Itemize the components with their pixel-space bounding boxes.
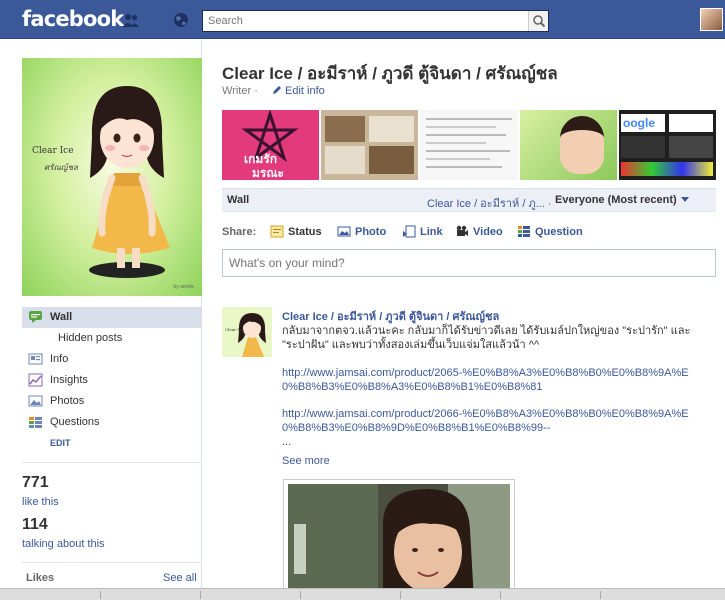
account-avatar[interactable]	[700, 8, 723, 31]
likes-label[interactable]: like this	[22, 496, 59, 508]
divider	[22, 562, 202, 563]
profile-picture[interactable]: Clear Ice ศรัณญ์ชล by aernie	[22, 58, 202, 296]
see-all-link[interactable]: See all	[163, 572, 197, 584]
separator: ·	[254, 85, 258, 97]
top-bar: facebook	[0, 0, 725, 39]
share-question-button[interactable]: Question	[517, 225, 583, 238]
divider	[22, 462, 202, 463]
pencil-icon	[273, 86, 281, 94]
wall-sort-dropdown[interactable]: Everyone (Most recent)	[555, 194, 689, 206]
nav-label: Insights	[50, 374, 88, 386]
page-title: Clear Ice / อะมีราห์ / ภูวดี ตู้จินดา / …	[222, 64, 558, 83]
strip-photo-1[interactable]: เกมรัก มรณะ	[222, 110, 319, 180]
chevron-down-icon	[680, 197, 689, 202]
page-category: Writer ·	[222, 85, 258, 97]
browser-status-bar	[0, 588, 725, 600]
likes-heading: Likes	[26, 572, 55, 584]
share-status-button[interactable]: Status	[270, 225, 322, 238]
strip-text-2: มรณะ	[252, 166, 284, 180]
search-icon	[533, 15, 546, 28]
category-label[interactable]: Writer	[222, 85, 251, 97]
nav-item-wall[interactable]: Wall	[22, 307, 202, 328]
nav-item-photos[interactable]: Photos	[22, 391, 202, 412]
share-item-label: Status	[288, 226, 322, 238]
nav-label: Photos	[50, 395, 85, 407]
nav-label: Hidden posts	[58, 332, 123, 344]
status-icon	[270, 225, 284, 238]
share-photo-button[interactable]: Photo	[337, 225, 386, 238]
share-bar: Share: Status Photo Link Video Question	[222, 223, 716, 241]
share-video-button[interactable]: Video	[455, 225, 503, 238]
likes-count: 771	[22, 474, 49, 491]
post-ellipsis: ...	[282, 436, 292, 448]
search-input[interactable]	[203, 11, 523, 31]
question-icon	[518, 226, 530, 237]
sort-label: Everyone (Most recent)	[555, 194, 677, 206]
wall-title: Wall	[227, 194, 250, 206]
post-photo-image	[288, 484, 510, 600]
share-label: Share:	[222, 226, 257, 238]
post-text: กลับมาจากตจว.แล้วนะคะ กลับมาก็ได้รับข่าว…	[282, 324, 722, 352]
nav-item-questions[interactable]: Questions	[22, 412, 202, 433]
talking-count: 114	[22, 516, 48, 533]
status-input[interactable]	[223, 250, 713, 276]
wall-header: Wall Clear Ice / อะมีราห์ / ภู... · Ever…	[222, 188, 716, 212]
friend-requests-icon[interactable]	[122, 12, 140, 28]
talking-label[interactable]: talking about this	[22, 538, 105, 550]
post-author-link[interactable]: Clear Ice / อะมีราห์ / ภูวดี ตู้จินดา / …	[282, 307, 499, 325]
edit-nav-link[interactable]: EDIT	[22, 433, 202, 453]
share-link-button[interactable]: Link	[402, 225, 443, 238]
page-nav: Wall Hidden posts Info Insights Photos Q…	[22, 307, 202, 453]
post-photo[interactable]	[283, 479, 515, 600]
post-link-1[interactable]: http://www.jamsai.com/product/2065-%E0%B…	[282, 366, 702, 394]
left-column: Clear Ice ศรัณญ์ชล by aernie Wall Hidden…	[0, 39, 202, 600]
post-text-line: "ระปาฝัน" และพบว่าทั้งสองเล่มขึ้นเว็บแจ่…	[282, 339, 540, 351]
svg-text:Clear Ice: Clear Ice	[225, 327, 244, 332]
share-item-label: Video	[473, 226, 503, 238]
photo-strip: เกมรัก มรณะ oogle	[222, 110, 716, 180]
nav-label: Questions	[50, 416, 100, 428]
edit-info-label: Edit info	[285, 85, 325, 97]
video-camera-icon	[456, 225, 468, 236]
profile-subtext: ศรัณญ์ชล	[44, 163, 78, 172]
nav-item-info[interactable]: Info	[22, 349, 202, 370]
facebook-logo[interactable]: facebook	[22, 7, 124, 31]
main-column: Clear Ice / อะมีราห์ / ภูวดี ตู้จินดา / …	[203, 39, 725, 600]
search-button[interactable]	[528, 11, 548, 31]
nav-item-hidden-posts[interactable]: Hidden posts	[22, 328, 202, 349]
questions-icon	[29, 417, 42, 428]
strip-photo-5[interactable]: oogle	[619, 110, 716, 180]
share-item-label: Link	[420, 226, 443, 238]
profile-text: Clear Ice	[32, 146, 74, 156]
profile-illustration	[89, 86, 170, 278]
nav-label: Wall	[50, 311, 73, 323]
link-icon	[403, 225, 416, 238]
post-author-avatar[interactable]: Clear Ice	[222, 307, 272, 357]
post-text-line: กลับมาจากตจว.แล้วนะคะ กลับมาก็ได้รับข่าว…	[282, 325, 691, 337]
photos-icon	[28, 395, 43, 407]
strip-photo-2[interactable]	[321, 110, 418, 180]
strip-photo-3[interactable]	[420, 110, 518, 180]
profile-signature: by aernie	[173, 284, 194, 290]
share-item-label: Question	[535, 226, 583, 238]
nav-item-insights[interactable]: Insights	[22, 370, 202, 391]
info-icon	[28, 353, 43, 365]
wall-filter-link[interactable]: Clear Ice / อะมีราห์ / ภู... ·	[427, 194, 552, 212]
strip-photo-4[interactable]	[520, 110, 617, 180]
insights-icon	[28, 373, 43, 387]
photo-icon	[337, 226, 351, 237]
notifications-globe-icon[interactable]	[172, 12, 190, 28]
author-avatar-illustration: Clear Ice	[222, 307, 272, 357]
post-link-2[interactable]: http://www.jamsai.com/product/2066-%E0%B…	[282, 407, 702, 435]
nav-label: Info	[50, 353, 69, 365]
search-box	[202, 10, 549, 32]
see-more-link[interactable]: See more	[282, 455, 330, 467]
status-composer	[222, 249, 716, 277]
wall-icon	[29, 311, 42, 323]
share-item-label: Photo	[355, 226, 387, 238]
edit-info-link[interactable]: Edit info	[272, 85, 325, 97]
